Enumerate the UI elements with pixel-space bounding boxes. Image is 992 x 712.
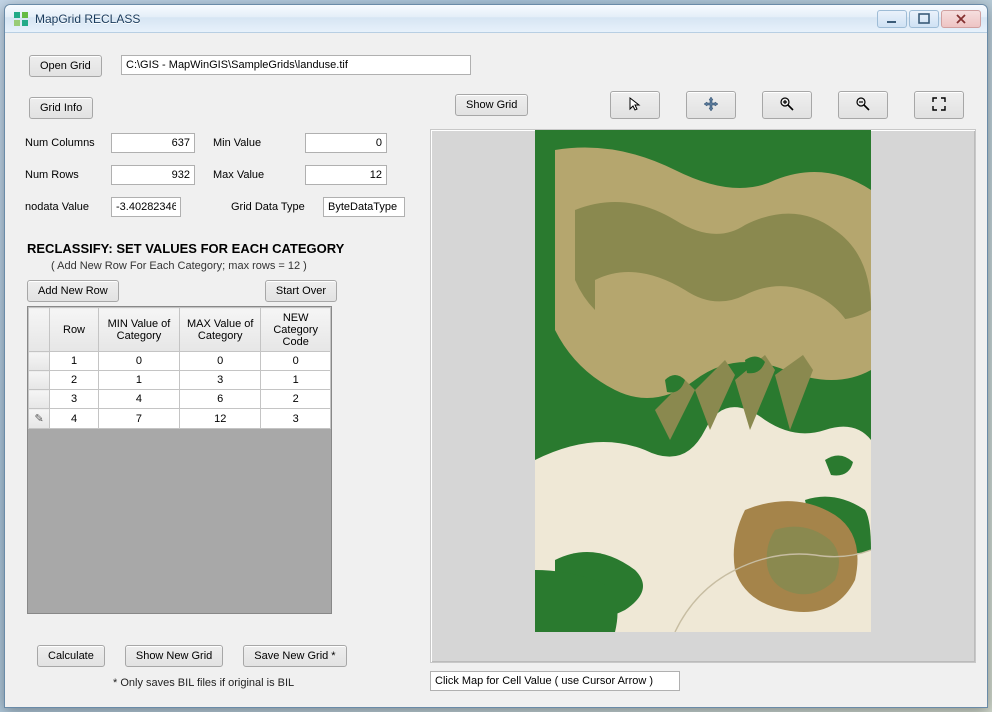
table-row[interactable]: 3 4 6 2 — [29, 390, 331, 409]
num-rows-label: Num Rows — [25, 169, 111, 181]
show-new-grid-button[interactable]: Show New Grid — [125, 645, 223, 667]
row-header-icon — [29, 352, 50, 371]
bottom-button-row: Calculate Show New Grid Save New Grid * — [37, 645, 347, 667]
grid-data-type-label: Grid Data Type — [231, 201, 323, 213]
pan-icon — [703, 96, 719, 115]
cursor-icon — [627, 96, 643, 115]
map-caption-field[interactable] — [430, 671, 680, 691]
grid-path-field[interactable] — [121, 55, 471, 75]
table-row[interactable]: ✎ 4 7 12 3 — [29, 409, 331, 429]
window-controls — [877, 10, 981, 28]
client-area: Open Grid Grid Info Num Columns Min Valu… — [5, 33, 987, 707]
cell-max[interactable]: 6 — [180, 390, 261, 409]
min-value-label: Min Value — [213, 137, 305, 149]
save-footnote: * Only saves BIL files if original is BI… — [113, 677, 294, 689]
window-title: MapGrid RECLASS — [35, 12, 140, 26]
zoom-out-icon — [855, 96, 871, 115]
calculate-button[interactable]: Calculate — [37, 645, 105, 667]
close-button[interactable] — [941, 10, 981, 28]
cell-code[interactable]: 3 — [261, 409, 331, 429]
max-value-field[interactable] — [305, 165, 387, 185]
num-rows-field[interactable] — [111, 165, 195, 185]
max-value-label: Max Value — [213, 169, 305, 181]
cell-min[interactable]: 1 — [98, 371, 179, 390]
table-header-row: Row — [50, 308, 99, 352]
min-value-field[interactable] — [305, 133, 387, 153]
table-row[interactable]: 2 1 3 1 — [29, 371, 331, 390]
cell-max[interactable]: 0 — [180, 352, 261, 371]
zoom-in-tool-button[interactable] — [762, 91, 812, 119]
category-table[interactable]: Row MIN Value of Category MAX Value of C… — [27, 306, 332, 614]
cell-code[interactable]: 1 — [261, 371, 331, 390]
start-over-button[interactable]: Start Over — [265, 280, 337, 302]
full-extent-tool-button[interactable] — [914, 91, 964, 119]
cursor-tool-button[interactable] — [610, 91, 660, 119]
cell-row[interactable]: 2 — [50, 371, 99, 390]
cell-row[interactable]: 3 — [50, 390, 99, 409]
zoom-in-icon — [779, 96, 795, 115]
cell-max[interactable]: 3 — [180, 371, 261, 390]
cell-max[interactable]: 12 — [180, 409, 261, 429]
show-grid-button[interactable]: Show Grid — [455, 94, 528, 116]
app-icon — [13, 11, 29, 27]
table-header-min: MIN Value of Category — [98, 308, 179, 352]
cell-code[interactable]: 0 — [261, 352, 331, 371]
open-grid-button[interactable]: Open Grid — [29, 55, 102, 77]
pan-tool-button[interactable] — [686, 91, 736, 119]
num-columns-field[interactable] — [111, 133, 195, 153]
map-viewport[interactable] — [430, 129, 976, 663]
reclassify-subheading: ( Add New Row For Each Category; max row… — [27, 260, 407, 272]
save-new-grid-button[interactable]: Save New Grid * — [243, 645, 346, 667]
zoom-out-tool-button[interactable] — [838, 91, 888, 119]
full-extent-icon — [931, 96, 947, 115]
cell-row[interactable]: 1 — [50, 352, 99, 371]
cell-row[interactable]: 4 — [50, 409, 99, 429]
maximize-button[interactable] — [909, 10, 939, 28]
landuse-map-image — [535, 130, 871, 632]
grid-info-button[interactable]: Grid Info — [29, 97, 93, 119]
row-header-icon — [29, 390, 50, 409]
nodata-field[interactable] — [111, 197, 181, 217]
titlebar: MapGrid RECLASS — [5, 5, 987, 33]
cell-min[interactable]: 4 — [98, 390, 179, 409]
minimize-button[interactable] — [877, 10, 907, 28]
grid-data-type-field[interactable] — [323, 197, 405, 217]
app-window: MapGrid RECLASS Open Grid Grid Info Num … — [4, 4, 988, 708]
row-header-icon — [29, 371, 50, 390]
reclassify-heading: RECLASSIFY: SET VALUES FOR EACH CATEGORY — [27, 241, 407, 256]
cell-min[interactable]: 7 — [98, 409, 179, 429]
add-new-row-button[interactable]: Add New Row — [27, 280, 119, 302]
cell-min[interactable]: 0 — [98, 352, 179, 371]
table-header-blank — [29, 308, 50, 352]
nodata-label: nodata Value — [25, 201, 111, 213]
cell-code[interactable]: 2 — [261, 390, 331, 409]
table-row[interactable]: 1 0 0 0 — [29, 352, 331, 371]
table-header-max: MAX Value of Category — [180, 308, 261, 352]
table-header-code: NEW Category Code — [261, 308, 331, 352]
map-toolbar: Show Grid — [455, 91, 964, 119]
edit-row-icon: ✎ — [29, 409, 50, 429]
grid-info-panel: Num Columns Min Value Num Rows Max Value… — [25, 133, 423, 229]
num-columns-label: Num Columns — [25, 137, 111, 149]
